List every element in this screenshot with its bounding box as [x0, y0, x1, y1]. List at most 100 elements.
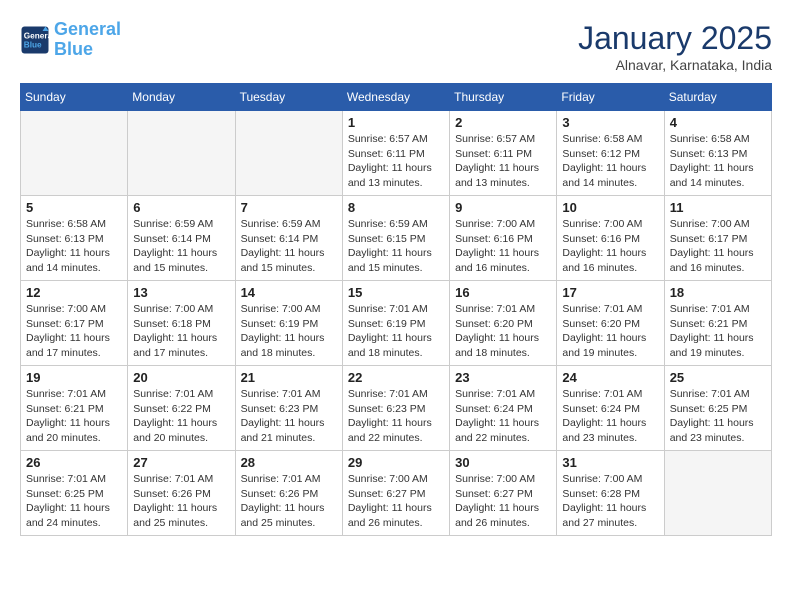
day-info: Sunrise: 7:01 AM Sunset: 6:24 PM Dayligh…: [455, 387, 551, 446]
day-cell: 22 Sunrise: 7:01 AM Sunset: 6:23 PM Dayli…: [342, 366, 449, 451]
day-cell: 13 Sunrise: 7:00 AM Sunset: 6:18 PM Dayli…: [128, 281, 235, 366]
day-info: Sunrise: 7:00 AM Sunset: 6:27 PM Dayligh…: [455, 472, 551, 531]
day-info: Sunrise: 7:01 AM Sunset: 6:26 PM Dayligh…: [133, 472, 229, 531]
day-number: 25: [670, 370, 766, 385]
day-number: 29: [348, 455, 444, 470]
day-cell: 2 Sunrise: 6:57 AM Sunset: 6:11 PM Daylig…: [450, 111, 557, 196]
logo: General Blue General Blue: [20, 20, 121, 60]
day-info: Sunrise: 7:01 AM Sunset: 6:21 PM Dayligh…: [670, 302, 766, 361]
page-header: General Blue General Blue January 2025 A…: [20, 20, 772, 73]
day-info: Sunrise: 7:01 AM Sunset: 6:22 PM Dayligh…: [133, 387, 229, 446]
svg-text:Blue: Blue: [24, 40, 42, 49]
day-info: Sunrise: 7:01 AM Sunset: 6:20 PM Dayligh…: [562, 302, 658, 361]
day-cell: 25Sunrise: 7:01 AM Sunset: 6:25 PM Dayli…: [664, 366, 771, 451]
day-cell: 27Sunrise: 7:01 AM Sunset: 6:26 PM Dayli…: [128, 451, 235, 536]
day-cell: 9 Sunrise: 7:00 AM Sunset: 6:16 PM Daylig…: [450, 196, 557, 281]
week-row-2: 5 Sunrise: 6:58 AM Sunset: 6:13 PM Daylig…: [21, 196, 772, 281]
day-number: 18: [670, 285, 766, 300]
week-row-3: 12 Sunrise: 7:00 AM Sunset: 6:17 PM Dayli…: [21, 281, 772, 366]
day-number: 14: [241, 285, 337, 300]
month-title: January 2025: [578, 20, 772, 57]
day-cell: 11Sunrise: 7:00 AM Sunset: 6:17 PM Dayli…: [664, 196, 771, 281]
day-info: Sunrise: 7:01 AM Sunset: 6:21 PM Dayligh…: [26, 387, 122, 446]
week-row-1: 1Sunrise: 6:57 AM Sunset: 6:11 PM Daylig…: [21, 111, 772, 196]
day-info: Sunrise: 7:00 AM Sunset: 6:17 PM Dayligh…: [26, 302, 122, 361]
day-info: Sunrise: 6:57 AM Sunset: 6:11 PM Dayligh…: [348, 132, 444, 191]
day-number: 16: [455, 285, 551, 300]
day-number: 28: [241, 455, 337, 470]
day-cell: 24 Sunrise: 7:01 AM Sunset: 6:24 PM Dayli…: [557, 366, 664, 451]
day-cell: 5 Sunrise: 6:58 AM Sunset: 6:13 PM Daylig…: [21, 196, 128, 281]
svg-text:General: General: [24, 31, 50, 40]
day-cell: 30 Sunrise: 7:00 AM Sunset: 6:27 PM Dayli…: [450, 451, 557, 536]
day-cell: 18 Sunrise: 7:01 AM Sunset: 6:21 PM Dayli…: [664, 281, 771, 366]
day-info: Sunrise: 7:01 AM Sunset: 6:20 PM Dayligh…: [455, 302, 551, 361]
day-cell: 10Sunrise: 7:00 AM Sunset: 6:16 PM Dayli…: [557, 196, 664, 281]
day-info: Sunrise: 6:57 AM Sunset: 6:11 PM Dayligh…: [455, 132, 551, 191]
day-cell: 28 Sunrise: 7:01 AM Sunset: 6:26 PM Dayli…: [235, 451, 342, 536]
day-info: Sunrise: 7:01 AM Sunset: 6:26 PM Dayligh…: [241, 472, 337, 531]
title-block: January 2025 Alnavar, Karnataka, India: [578, 20, 772, 73]
day-number: 12: [26, 285, 122, 300]
day-info: Sunrise: 6:58 AM Sunset: 6:12 PM Dayligh…: [562, 132, 658, 191]
day-number: 3: [562, 115, 658, 130]
day-cell: 17 Sunrise: 7:01 AM Sunset: 6:20 PM Dayli…: [557, 281, 664, 366]
day-cell: 4 Sunrise: 6:58 AM Sunset: 6:13 PM Daylig…: [664, 111, 771, 196]
day-cell: 20 Sunrise: 7:01 AM Sunset: 6:22 PM Dayli…: [128, 366, 235, 451]
day-number: 13: [133, 285, 229, 300]
logo-text-line2: Blue: [54, 40, 121, 60]
day-cell: 6 Sunrise: 6:59 AM Sunset: 6:14 PM Daylig…: [128, 196, 235, 281]
day-info: Sunrise: 7:00 AM Sunset: 6:27 PM Dayligh…: [348, 472, 444, 531]
day-cell: 14 Sunrise: 7:00 AM Sunset: 6:19 PM Dayli…: [235, 281, 342, 366]
header-friday: Friday: [557, 84, 664, 111]
logo-text-line1: General: [54, 20, 121, 40]
day-cell: 19Sunrise: 7:01 AM Sunset: 6:21 PM Dayli…: [21, 366, 128, 451]
day-cell: 7Sunrise: 6:59 AM Sunset: 6:14 PM Daylig…: [235, 196, 342, 281]
day-number: 23: [455, 370, 551, 385]
day-number: 6: [133, 200, 229, 215]
day-number: 5: [26, 200, 122, 215]
day-cell: 15Sunrise: 7:01 AM Sunset: 6:19 PM Dayli…: [342, 281, 449, 366]
day-number: 17: [562, 285, 658, 300]
location: Alnavar, Karnataka, India: [578, 57, 772, 73]
day-cell: 21Sunrise: 7:01 AM Sunset: 6:23 PM Dayli…: [235, 366, 342, 451]
day-cell: 12 Sunrise: 7:00 AM Sunset: 6:17 PM Dayli…: [21, 281, 128, 366]
day-cell: 23 Sunrise: 7:01 AM Sunset: 6:24 PM Dayli…: [450, 366, 557, 451]
day-info: Sunrise: 7:01 AM Sunset: 6:23 PM Dayligh…: [348, 387, 444, 446]
day-info: Sunrise: 6:58 AM Sunset: 6:13 PM Dayligh…: [26, 217, 122, 276]
header-tuesday: Tuesday: [235, 84, 342, 111]
day-info: Sunrise: 7:00 AM Sunset: 6:19 PM Dayligh…: [241, 302, 337, 361]
logo-icon: General Blue: [20, 25, 50, 55]
week-row-5: 26Sunrise: 7:01 AM Sunset: 6:25 PM Dayli…: [21, 451, 772, 536]
header-thursday: Thursday: [450, 84, 557, 111]
day-number: 9: [455, 200, 551, 215]
day-info: Sunrise: 6:59 AM Sunset: 6:14 PM Dayligh…: [133, 217, 229, 276]
day-number: 7: [241, 200, 337, 215]
day-number: 4: [670, 115, 766, 130]
day-info: Sunrise: 7:01 AM Sunset: 6:24 PM Dayligh…: [562, 387, 658, 446]
day-cell: [664, 451, 771, 536]
header-saturday: Saturday: [664, 84, 771, 111]
header-sunday: Sunday: [21, 84, 128, 111]
day-cell: 31Sunrise: 7:00 AM Sunset: 6:28 PM Dayli…: [557, 451, 664, 536]
day-cell: 26Sunrise: 7:01 AM Sunset: 6:25 PM Dayli…: [21, 451, 128, 536]
day-cell: 1Sunrise: 6:57 AM Sunset: 6:11 PM Daylig…: [342, 111, 449, 196]
day-number: 30: [455, 455, 551, 470]
day-info: Sunrise: 7:00 AM Sunset: 6:28 PM Dayligh…: [562, 472, 658, 531]
day-number: 11: [670, 200, 766, 215]
day-number: 22: [348, 370, 444, 385]
day-info: Sunrise: 6:58 AM Sunset: 6:13 PM Dayligh…: [670, 132, 766, 191]
header-wednesday: Wednesday: [342, 84, 449, 111]
day-number: 24: [562, 370, 658, 385]
day-number: 20: [133, 370, 229, 385]
day-cell: 29 Sunrise: 7:00 AM Sunset: 6:27 PM Dayli…: [342, 451, 449, 536]
day-info: Sunrise: 7:00 AM Sunset: 6:16 PM Dayligh…: [455, 217, 551, 276]
header-monday: Monday: [128, 84, 235, 111]
day-info: Sunrise: 7:00 AM Sunset: 6:18 PM Dayligh…: [133, 302, 229, 361]
day-number: 26: [26, 455, 122, 470]
day-info: Sunrise: 7:01 AM Sunset: 6:19 PM Dayligh…: [348, 302, 444, 361]
day-number: 2: [455, 115, 551, 130]
day-number: 10: [562, 200, 658, 215]
week-row-4: 19Sunrise: 7:01 AM Sunset: 6:21 PM Dayli…: [21, 366, 772, 451]
day-cell: [21, 111, 128, 196]
